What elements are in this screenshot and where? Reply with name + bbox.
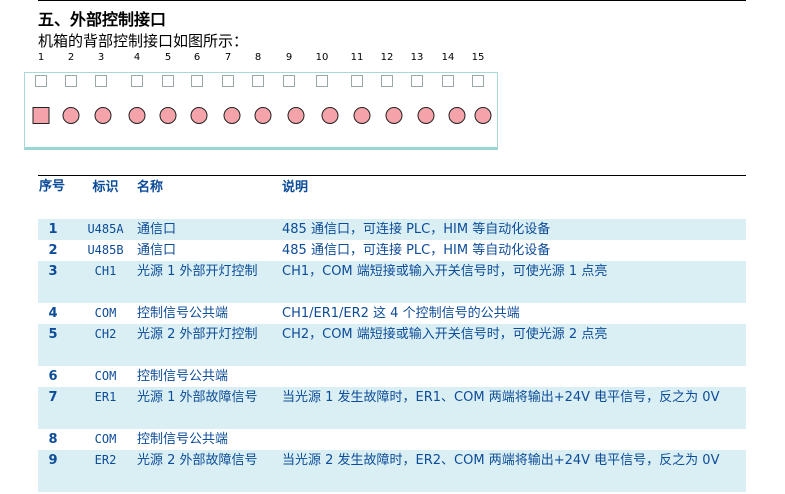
pin-number: 7 (224, 52, 232, 63)
pin-hole (474, 107, 492, 124)
table-row: 6 COM 控制信号公共端 (38, 366, 746, 387)
row-code: COM (94, 306, 117, 320)
header-index: 序号 (38, 179, 65, 194)
pin-number: 13 (410, 52, 424, 63)
table-top-rule (38, 175, 746, 176)
row-name: 控制信号公共端 (137, 432, 229, 447)
row-name: 控制信号公共端 (137, 369, 229, 384)
row-index: 4 (48, 306, 58, 321)
row-name: 光源 1 外部故障信号 (137, 390, 258, 405)
row-desc: 485 通信口，可连接 PLC，HIM 等自动化设备 (282, 243, 551, 258)
pin-number: 2 (67, 52, 75, 63)
pin-number: 4 (133, 52, 141, 63)
pin-tab (162, 75, 174, 87)
row-name: 控制信号公共端 (137, 306, 229, 321)
pin-number: 14 (441, 52, 455, 63)
pin-hole (159, 107, 177, 124)
pin-number: 10 (315, 52, 329, 63)
row-desc: 485 通信口，可连接 PLC，HIM 等自动化设备 (282, 222, 551, 237)
row-desc: CH1/ER1/ER2 这 4 个控制信号的公共端 (282, 306, 520, 321)
pin-number: 6 (193, 52, 201, 63)
pin-tab (222, 75, 234, 87)
pin-tab (131, 75, 143, 87)
pin-1-hole (32, 107, 50, 124)
top-rule (38, 0, 746, 1)
row-index: 9 (48, 453, 58, 468)
row-name: 通信口 (137, 222, 177, 237)
pin-tab (351, 75, 363, 87)
header-code: 标识 (92, 180, 119, 195)
pin-number: 8 (254, 52, 262, 63)
header-name: 名称 (137, 180, 164, 195)
table-row: 8 COM 控制信号公共端 (38, 429, 746, 450)
pin-hole (62, 107, 80, 124)
pin-number: 5 (164, 52, 172, 63)
row-desc: CH2，COM 端短接或输入开关信号时，可使光源 2 点亮 (282, 327, 608, 342)
row-index: 3 (48, 264, 58, 279)
row-index: 8 (48, 432, 58, 447)
row-index: 6 (48, 369, 58, 384)
pin-tab (283, 75, 295, 87)
row-index: 1 (48, 222, 58, 237)
row-name: 通信口 (137, 243, 177, 258)
pin-hole (287, 107, 305, 124)
row-code: ER1 (94, 390, 117, 404)
row-name: 光源 2 外部故障信号 (137, 453, 258, 468)
pin-hole (353, 107, 371, 124)
pin-hole (321, 107, 339, 124)
pin-tab (442, 75, 454, 87)
table-row: 1 U485A 通信口 485 通信口，可连接 PLC，HIM 等自动化设备 (38, 219, 746, 240)
pin-hole (223, 107, 241, 124)
row-code: U485B (87, 243, 124, 257)
table-row: 4 COM 控制信号公共端 CH1/ER1/ER2 这 4 个控制信号的公共端 (38, 303, 746, 324)
row-code: ER2 (94, 453, 117, 467)
section-title: 五、外部控制接口 (38, 10, 167, 29)
row-desc: CH1，COM 端短接或输入开关信号时，可使光源 1 点亮 (282, 264, 608, 279)
pin-number: 12 (380, 52, 394, 63)
row-name: 光源 2 外部开灯控制 (137, 327, 258, 342)
pin-hole (448, 107, 466, 124)
row-name: 光源 1 外部开灯控制 (137, 264, 258, 279)
table-row: 3 CH1 光源 1 外部开灯控制 CH1，COM 端短接或输入开关信号时，可使… (38, 261, 746, 303)
table-row: 7 ER1 光源 1 外部故障信号 当光源 1 发生故障时，ER1、COM 两端… (38, 387, 746, 429)
table-row: 2 U485B 通信口 485 通信口，可连接 PLC，HIM 等自动化设备 (38, 240, 746, 261)
pin-tab (191, 75, 203, 87)
row-code: COM (94, 432, 117, 446)
row-code: CH2 (94, 327, 117, 341)
pin-tab (95, 75, 107, 87)
pin-number: 3 (97, 52, 105, 63)
row-code: CH1 (94, 264, 117, 278)
pin-tab (316, 75, 328, 87)
pin-hole (94, 107, 112, 124)
header-desc: 说明 (282, 180, 309, 195)
row-index: 2 (48, 243, 58, 258)
pin-number: 1 (37, 52, 45, 63)
pin-number: 9 (285, 52, 293, 63)
pin-tab (381, 75, 393, 87)
pin-tab (252, 75, 264, 87)
row-index: 5 (48, 327, 58, 342)
pin-number: 11 (350, 52, 364, 63)
pin-number: 15 (471, 52, 485, 63)
section-intro: 机箱的背部控制接口如图所示： (38, 32, 249, 50)
pin-tab (472, 75, 484, 87)
row-desc: 当光源 2 发生故障时，ER2、COM 两端将输出+24V 电平信号，反之为 0… (282, 453, 720, 468)
row-code: U485A (87, 222, 124, 236)
row-code: COM (94, 369, 117, 383)
row-index: 7 (48, 390, 58, 405)
pin-tab (35, 75, 47, 87)
pin-hole (385, 107, 403, 124)
pin-hole (128, 107, 146, 124)
table-row: 9 ER2 光源 2 外部故障信号 当光源 2 发生故障时，ER2、COM 两端… (38, 450, 746, 492)
pin-tab (65, 75, 77, 87)
pin-hole (190, 107, 208, 124)
pin-hole (254, 107, 272, 124)
table-row: 5 CH2 光源 2 外部开灯控制 CH2，COM 端短接或输入开关信号时，可使… (38, 324, 746, 366)
pin-hole (417, 107, 435, 124)
table-header: 序号 标识 名称 说明 (38, 177, 746, 219)
row-desc: 当光源 1 发生故障时，ER1、COM 两端将输出+24V 电平信号，反之为 0… (282, 390, 720, 405)
pin-tab (411, 75, 423, 87)
